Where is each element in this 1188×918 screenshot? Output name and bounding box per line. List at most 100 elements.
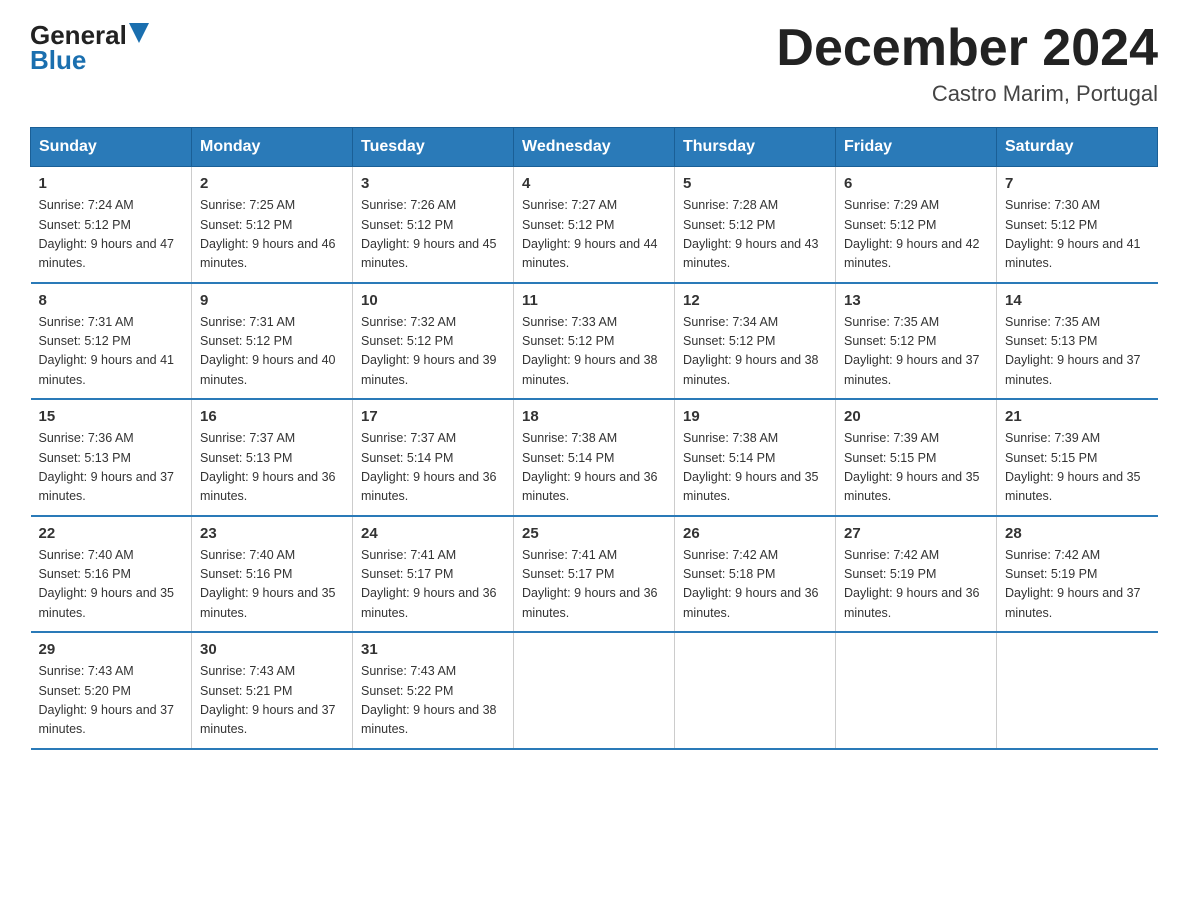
day-number: 6 (844, 175, 988, 192)
day-number: 2 (200, 175, 344, 192)
day-cell: 15 Sunrise: 7:36 AMSunset: 5:13 PMDayligh… (31, 399, 192, 516)
day-number: 18 (522, 408, 666, 425)
day-cell: 18Sunrise: 7:38 AMSunset: 5:14 PMDayligh… (514, 399, 675, 516)
week-row-3: 15 Sunrise: 7:36 AMSunset: 5:13 PMDayligh… (31, 399, 1158, 516)
day-info: Sunrise: 7:38 AMSunset: 5:14 PMDaylight:… (683, 429, 827, 507)
day-cell: 24Sunrise: 7:41 AMSunset: 5:17 PMDayligh… (353, 516, 514, 633)
day-info: Sunrise: 7:41 AMSunset: 5:17 PMDaylight:… (361, 546, 505, 624)
day-number: 27 (844, 525, 988, 542)
day-info: Sunrise: 7:33 AMSunset: 5:12 PMDaylight:… (522, 313, 666, 391)
week-row-5: 29Sunrise: 7:43 AMSunset: 5:20 PMDayligh… (31, 632, 1158, 749)
day-cell (836, 632, 997, 749)
day-cell (514, 632, 675, 749)
day-cell: 11 Sunrise: 7:33 AMSunset: 5:12 PMDayligh… (514, 283, 675, 400)
day-cell: 28 Sunrise: 7:42 AMSunset: 5:19 PMDayligh… (997, 516, 1158, 633)
col-header-tuesday: Tuesday (353, 128, 514, 167)
col-header-thursday: Thursday (675, 128, 836, 167)
day-number: 22 (39, 525, 184, 542)
day-info: Sunrise: 7:43 AMSunset: 5:21 PMDaylight:… (200, 662, 344, 740)
day-number: 14 (1005, 292, 1150, 309)
day-info: Sunrise: 7:37 AMSunset: 5:14 PMDaylight:… (361, 429, 505, 507)
day-cell: 7Sunrise: 7:30 AMSunset: 5:12 PMDaylight… (997, 167, 1158, 283)
day-info: Sunrise: 7:37 AMSunset: 5:13 PMDaylight:… (200, 429, 344, 507)
day-info: Sunrise: 7:43 AMSunset: 5:22 PMDaylight:… (361, 662, 505, 740)
logo-triangle-icon (129, 23, 149, 43)
day-number: 16 (200, 408, 344, 425)
day-info: Sunrise: 7:43 AMSunset: 5:20 PMDaylight:… (39, 662, 184, 740)
week-row-2: 8 Sunrise: 7:31 AMSunset: 5:12 PMDaylight… (31, 283, 1158, 400)
day-number: 8 (39, 292, 184, 309)
day-number: 15 (39, 408, 184, 425)
day-info: Sunrise: 7:42 AMSunset: 5:19 PMDaylight:… (1005, 546, 1150, 624)
day-cell: 1 Sunrise: 7:24 AMSunset: 5:12 PMDaylight… (31, 167, 192, 283)
day-info: Sunrise: 7:24 AMSunset: 5:12 PMDaylight:… (39, 196, 184, 274)
day-number: 5 (683, 175, 827, 192)
day-number: 13 (844, 292, 988, 309)
day-cell: 4 Sunrise: 7:27 AMSunset: 5:12 PMDaylight… (514, 167, 675, 283)
day-cell: 23 Sunrise: 7:40 AMSunset: 5:16 PMDayligh… (192, 516, 353, 633)
day-number: 28 (1005, 525, 1150, 542)
page-header: General Blue December 2024 Castro Marim,… (30, 20, 1158, 107)
day-info: Sunrise: 7:35 AMSunset: 5:12 PMDaylight:… (844, 313, 988, 391)
week-row-1: 1 Sunrise: 7:24 AMSunset: 5:12 PMDaylight… (31, 167, 1158, 283)
day-cell: 19Sunrise: 7:38 AMSunset: 5:14 PMDayligh… (675, 399, 836, 516)
day-info: Sunrise: 7:39 AMSunset: 5:15 PMDaylight:… (1005, 429, 1150, 507)
day-cell: 31 Sunrise: 7:43 AMSunset: 5:22 PMDayligh… (353, 632, 514, 749)
day-info: Sunrise: 7:31 AMSunset: 5:12 PMDaylight:… (200, 313, 344, 391)
day-info: Sunrise: 7:35 AMSunset: 5:13 PMDaylight:… (1005, 313, 1150, 391)
location: Castro Marim, Portugal (776, 81, 1158, 107)
day-info: Sunrise: 7:41 AMSunset: 5:17 PMDaylight:… (522, 546, 666, 624)
day-cell: 14 Sunrise: 7:35 AMSunset: 5:13 PMDayligh… (997, 283, 1158, 400)
day-number: 3 (361, 175, 505, 192)
col-header-sunday: Sunday (31, 128, 192, 167)
col-header-monday: Monday (192, 128, 353, 167)
day-info: Sunrise: 7:29 AMSunset: 5:12 PMDaylight:… (844, 196, 988, 274)
calendar-header-row: SundayMondayTuesdayWednesdayThursdayFrid… (31, 128, 1158, 167)
week-row-4: 22 Sunrise: 7:40 AMSunset: 5:16 PMDayligh… (31, 516, 1158, 633)
day-cell: 17 Sunrise: 7:37 AMSunset: 5:14 PMDayligh… (353, 399, 514, 516)
day-number: 10 (361, 292, 505, 309)
day-number: 26 (683, 525, 827, 542)
month-title: December 2024 (776, 20, 1158, 77)
day-cell: 9 Sunrise: 7:31 AMSunset: 5:12 PMDaylight… (192, 283, 353, 400)
day-cell: 2Sunrise: 7:25 AMSunset: 5:12 PMDaylight… (192, 167, 353, 283)
day-info: Sunrise: 7:40 AMSunset: 5:16 PMDaylight:… (39, 546, 184, 624)
day-info: Sunrise: 7:42 AMSunset: 5:19 PMDaylight:… (844, 546, 988, 624)
day-number: 30 (200, 641, 344, 658)
col-header-wednesday: Wednesday (514, 128, 675, 167)
day-number: 17 (361, 408, 505, 425)
day-cell: 8Sunrise: 7:31 AMSunset: 5:12 PMDaylight… (31, 283, 192, 400)
day-number: 31 (361, 641, 505, 658)
day-number: 4 (522, 175, 666, 192)
day-cell: 27 Sunrise: 7:42 AMSunset: 5:19 PMDayligh… (836, 516, 997, 633)
day-cell: 21 Sunrise: 7:39 AMSunset: 5:15 PMDayligh… (997, 399, 1158, 516)
day-number: 9 (200, 292, 344, 309)
day-info: Sunrise: 7:30 AMSunset: 5:12 PMDaylight:… (1005, 196, 1150, 274)
day-number: 23 (200, 525, 344, 542)
day-cell: 3 Sunrise: 7:26 AMSunset: 5:12 PMDaylight… (353, 167, 514, 283)
day-cell: 5 Sunrise: 7:28 AMSunset: 5:12 PMDaylight… (675, 167, 836, 283)
day-info: Sunrise: 7:26 AMSunset: 5:12 PMDaylight:… (361, 196, 505, 274)
day-number: 1 (39, 175, 184, 192)
day-cell: 10 Sunrise: 7:32 AMSunset: 5:12 PMDayligh… (353, 283, 514, 400)
day-info: Sunrise: 7:28 AMSunset: 5:12 PMDaylight:… (683, 196, 827, 274)
day-info: Sunrise: 7:36 AMSunset: 5:13 PMDaylight:… (39, 429, 184, 507)
day-info: Sunrise: 7:42 AMSunset: 5:18 PMDaylight:… (683, 546, 827, 624)
day-info: Sunrise: 7:34 AMSunset: 5:12 PMDaylight:… (683, 313, 827, 391)
day-info: Sunrise: 7:40 AMSunset: 5:16 PMDaylight:… (200, 546, 344, 624)
day-cell: 30 Sunrise: 7:43 AMSunset: 5:21 PMDayligh… (192, 632, 353, 749)
day-cell: 20Sunrise: 7:39 AMSunset: 5:15 PMDayligh… (836, 399, 997, 516)
day-number: 11 (522, 292, 666, 309)
day-cell: 6 Sunrise: 7:29 AMSunset: 5:12 PMDaylight… (836, 167, 997, 283)
logo: General Blue (30, 20, 149, 76)
day-cell: 16 Sunrise: 7:37 AMSunset: 5:13 PMDayligh… (192, 399, 353, 516)
day-info: Sunrise: 7:27 AMSunset: 5:12 PMDaylight:… (522, 196, 666, 274)
day-number: 25 (522, 525, 666, 542)
day-info: Sunrise: 7:32 AMSunset: 5:12 PMDaylight:… (361, 313, 505, 391)
day-cell (997, 632, 1158, 749)
logo-blue: Blue (30, 45, 86, 76)
title-block: December 2024 Castro Marim, Portugal (776, 20, 1158, 107)
day-cell: 29Sunrise: 7:43 AMSunset: 5:20 PMDayligh… (31, 632, 192, 749)
day-number: 21 (1005, 408, 1150, 425)
day-info: Sunrise: 7:39 AMSunset: 5:15 PMDaylight:… (844, 429, 988, 507)
